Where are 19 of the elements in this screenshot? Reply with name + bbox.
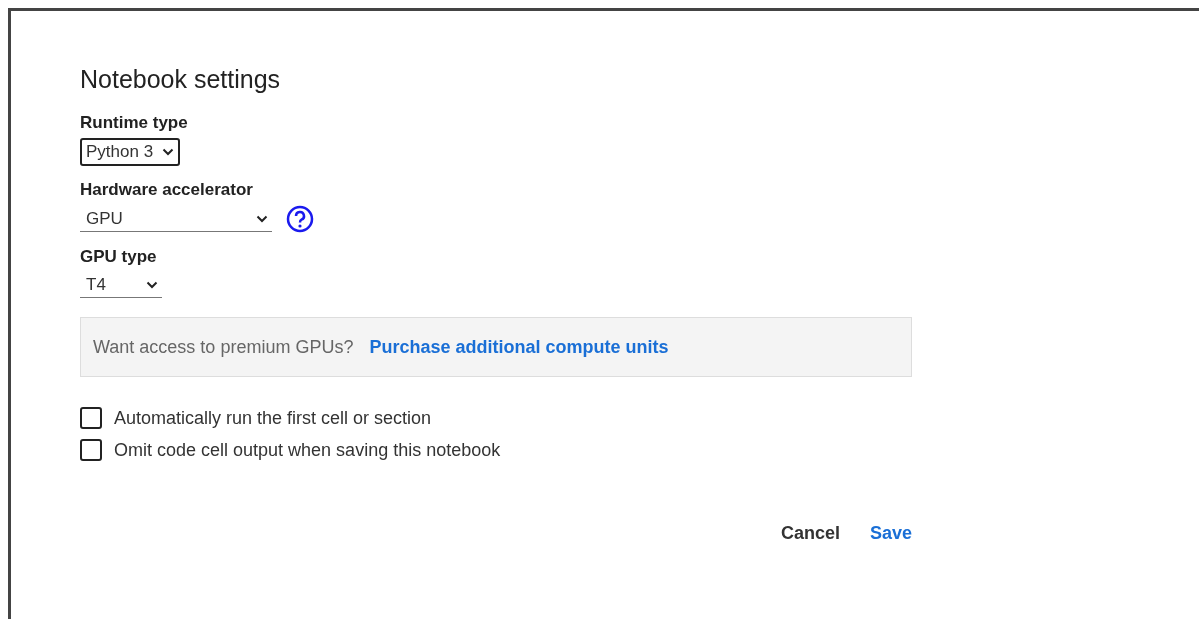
select-dropdown[interactable]: GPU: [80, 206, 272, 232]
purchase-link[interactable]: Purchase additional compute units: [369, 336, 669, 358]
checkbox-label: Automatically run the first cell or section: [114, 407, 432, 429]
save-button[interactable]: Save: [869, 519, 912, 548]
field-label: Hardware accelerator: [80, 179, 254, 201]
field-label: GPU type: [80, 246, 158, 268]
field-label: Runtime type: [80, 112, 189, 134]
chevron-icon: [162, 148, 175, 156]
checkbox[interactable]: [80, 407, 102, 429]
chevron-icon: [146, 280, 158, 289]
select-dropdown[interactable]: T4: [80, 272, 162, 298]
checkbox[interactable]: [80, 439, 102, 461]
promo-text: Want access to premium GPUs?: [93, 336, 354, 358]
checkbox-label: Omit code cell output when saving this notebook: [114, 439, 501, 461]
cancel-button[interactable]: Cancel: [780, 519, 840, 548]
chevron-icon: [256, 214, 268, 223]
dialog-title: Notebook settings: [80, 64, 282, 95]
select-dropdown[interactable]: Python 3: [80, 138, 181, 166]
help-icon[interactable]: [286, 205, 314, 233]
